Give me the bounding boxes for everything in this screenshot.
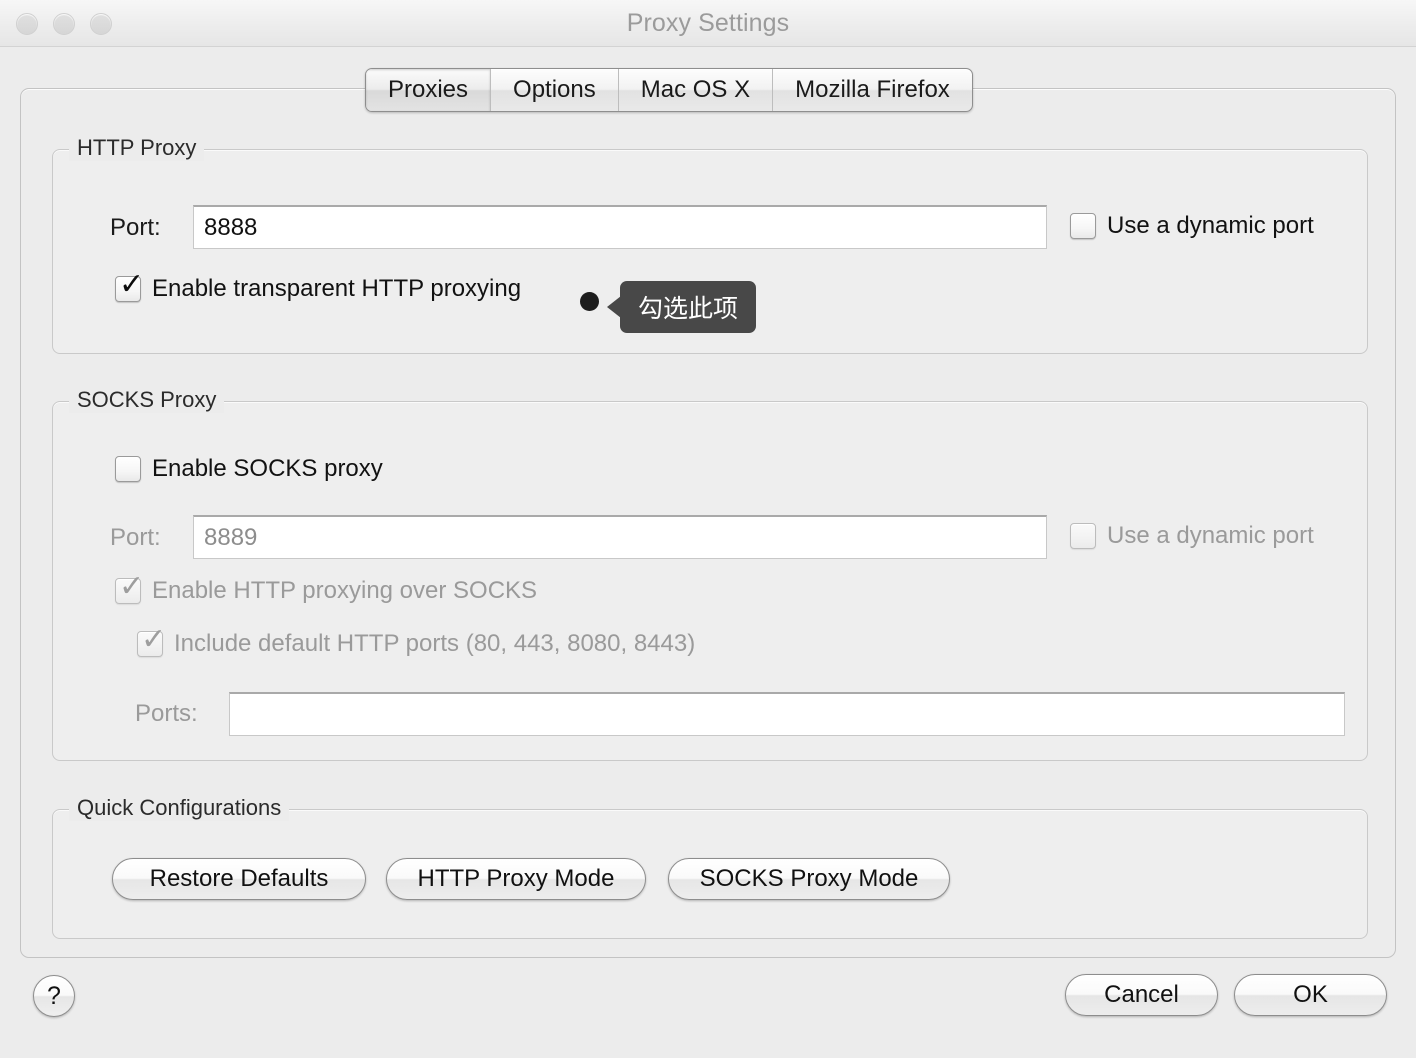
tab-options[interactable]: Options	[491, 69, 619, 111]
tab-bar: Proxies Options Mac OS X Mozilla Firefox	[365, 68, 973, 112]
window-title: Proxy Settings	[0, 9, 1416, 38]
http-proxy-mode-button[interactable]: HTTP Proxy Mode	[386, 858, 646, 900]
quick-configurations-group: Quick Configurations Restore Defaults HT…	[52, 809, 1368, 939]
socks-ports-input[interactable]	[229, 692, 1345, 736]
http-dynamic-port-label: Use a dynamic port	[1107, 212, 1314, 240]
http-port-label: Port:	[110, 214, 161, 242]
enable-socks-proxy-label: Enable SOCKS proxy	[152, 455, 383, 483]
include-default-http-ports-label: Include default HTTP ports (80, 443, 808…	[174, 630, 695, 658]
enable-http-proxying-over-socks-label: Enable HTTP proxying over SOCKS	[152, 577, 537, 605]
proxy-settings-window: Proxy Settings Proxies Options Mac OS X …	[0, 0, 1416, 1058]
checkbox-checked-icon: ✓	[115, 578, 141, 604]
restore-defaults-button[interactable]: Restore Defaults	[112, 858, 366, 900]
tab-proxies[interactable]: Proxies	[366, 69, 491, 111]
socks-port-label: Port:	[110, 524, 161, 552]
help-button[interactable]: ?	[33, 975, 75, 1017]
checkbox-box-icon	[115, 456, 141, 482]
enable-transparent-http-proxying-checkbox[interactable]: ✓ Enable transparent HTTP proxying	[115, 275, 521, 303]
callout-marker-dot	[580, 292, 599, 311]
http-proxy-group-title: HTTP Proxy	[69, 135, 204, 161]
socks-proxy-mode-button[interactable]: SOCKS Proxy Mode	[668, 858, 950, 900]
checkbox-box-icon	[1070, 213, 1096, 239]
checkbox-box-icon	[1070, 523, 1096, 549]
callout-tooltip: 勾选此项	[620, 281, 756, 333]
proxies-tab-panel: HTTP Proxy Port: 8888 Use a dynamic port…	[20, 88, 1396, 958]
http-dynamic-port-checkbox[interactable]: Use a dynamic port	[1070, 212, 1314, 240]
checkbox-checked-icon: ✓	[115, 276, 141, 302]
quick-configurations-group-title: Quick Configurations	[69, 795, 289, 821]
enable-http-proxying-over-socks-checkbox[interactable]: ✓ Enable HTTP proxying over SOCKS	[115, 577, 537, 605]
socks-port-input[interactable]: 8889	[193, 515, 1047, 559]
socks-dynamic-port-label: Use a dynamic port	[1107, 522, 1314, 550]
ok-button[interactable]: OK	[1234, 974, 1387, 1016]
enable-socks-proxy-checkbox[interactable]: Enable SOCKS proxy	[115, 455, 383, 483]
checkmark-icon: ✓	[141, 625, 166, 655]
socks-ports-label: Ports:	[135, 700, 198, 728]
tab-mac-os-x[interactable]: Mac OS X	[619, 69, 773, 111]
socks-proxy-group-title: SOCKS Proxy	[69, 387, 224, 413]
window-titlebar: Proxy Settings	[0, 0, 1416, 47]
cancel-button[interactable]: Cancel	[1065, 974, 1218, 1016]
checkmark-icon: ✓	[119, 572, 144, 602]
socks-dynamic-port-checkbox[interactable]: Use a dynamic port	[1070, 522, 1314, 550]
checkbox-checked-icon: ✓	[137, 631, 163, 657]
enable-transparent-http-proxying-label: Enable transparent HTTP proxying	[152, 275, 521, 303]
checkmark-icon: ✓	[119, 270, 144, 300]
http-port-input[interactable]: 8888	[193, 205, 1047, 249]
socks-proxy-group: SOCKS Proxy Enable SOCKS proxy Port: 888…	[52, 401, 1368, 761]
include-default-http-ports-checkbox[interactable]: ✓ Include default HTTP ports (80, 443, 8…	[137, 630, 695, 658]
tab-mozilla-firefox[interactable]: Mozilla Firefox	[773, 69, 972, 111]
